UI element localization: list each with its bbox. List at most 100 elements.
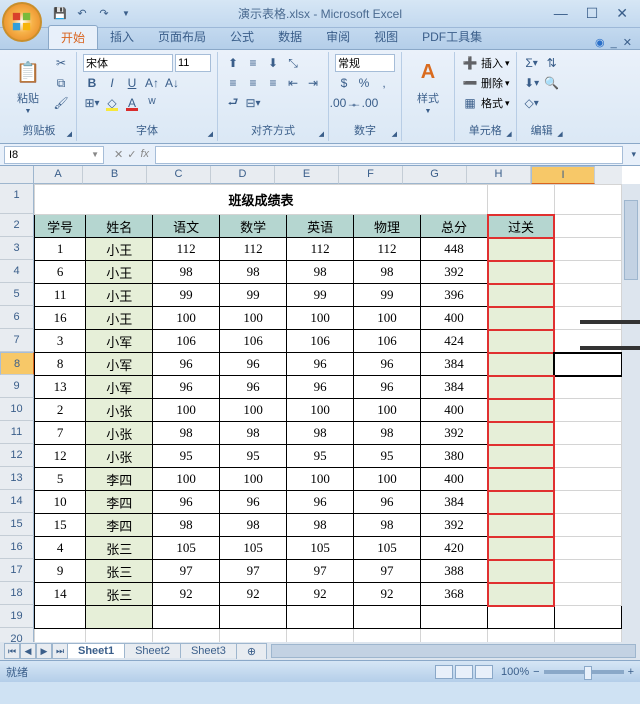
- comma-icon[interactable]: ,: [375, 74, 393, 92]
- grow-font-icon[interactable]: A↑: [143, 74, 161, 92]
- tab-数据[interactable]: 数据: [266, 25, 314, 49]
- phonetic-icon[interactable]: ᵂ: [143, 94, 161, 112]
- indent-increase-icon[interactable]: ⇥: [304, 74, 322, 92]
- row-header-7[interactable]: 7: [0, 329, 34, 352]
- expand-formula-icon[interactable]: ▾: [627, 149, 640, 160]
- formula-bar[interactable]: [155, 146, 623, 164]
- col-header-G[interactable]: G: [403, 166, 467, 184]
- row-header-12[interactable]: 12: [0, 444, 34, 467]
- row-header-15[interactable]: 15: [0, 513, 34, 536]
- paste-button[interactable]: 📋 粘贴 ▼: [8, 54, 48, 117]
- shrink-font-icon[interactable]: A↓: [163, 74, 181, 92]
- fill-icon[interactable]: ⬇▾: [523, 74, 541, 92]
- sheet-tab-Sheet2[interactable]: Sheet2: [124, 643, 181, 658]
- tab-审阅[interactable]: 审阅: [314, 25, 362, 49]
- align-right-icon[interactable]: ≡: [264, 74, 282, 92]
- header-cell[interactable]: 物理: [354, 215, 421, 238]
- header-cell[interactable]: 姓名: [86, 215, 153, 238]
- row-header-8[interactable]: 8: [0, 352, 34, 375]
- page-layout-view-button[interactable]: [455, 665, 473, 679]
- help-icon[interactable]: ◉: [595, 36, 605, 49]
- col-header-C[interactable]: C: [147, 166, 211, 184]
- col-header-B[interactable]: B: [83, 166, 147, 184]
- tab-PDF工具集[interactable]: PDF工具集: [410, 25, 494, 49]
- align-top-icon[interactable]: ⬆: [224, 54, 242, 72]
- tab-页面布局[interactable]: 页面布局: [146, 25, 218, 49]
- qat-dropdown-icon[interactable]: ▼: [118, 6, 134, 22]
- row-header-3[interactable]: 3: [0, 237, 34, 260]
- close-button[interactable]: ✕: [616, 5, 628, 22]
- autosum-icon[interactable]: Σ▾: [523, 54, 541, 72]
- row-header-2[interactable]: 2: [0, 214, 34, 237]
- header-cell[interactable]: 总分: [421, 215, 488, 238]
- row-header-18[interactable]: 18: [0, 582, 34, 605]
- minimize-button[interactable]: —: [554, 5, 568, 22]
- active-cell[interactable]: [554, 353, 621, 376]
- styles-button[interactable]: A 样式 ▼: [408, 54, 448, 117]
- find-icon[interactable]: 🔍: [543, 74, 561, 92]
- worksheet-grid[interactable]: ABCDEFGHI 123456789101112131415161718192…: [0, 166, 640, 660]
- clear-icon[interactable]: ◇▾: [523, 94, 541, 112]
- row-header-17[interactable]: 17: [0, 559, 34, 582]
- col-header-I[interactable]: I: [531, 166, 595, 184]
- sheet-tab-Sheet1[interactable]: Sheet1: [67, 643, 125, 658]
- minimize-ribbon-icon[interactable]: _: [611, 37, 617, 49]
- orientation-icon[interactable]: ⤡: [284, 54, 302, 72]
- bold-button[interactable]: B: [83, 74, 101, 92]
- col-header-A[interactable]: A: [34, 166, 83, 184]
- col-header-E[interactable]: E: [275, 166, 339, 184]
- sort-filter-icon[interactable]: ⇅: [543, 54, 561, 72]
- sheet-tab-Sheet3[interactable]: Sheet3: [180, 643, 237, 658]
- tab-开始[interactable]: 开始: [48, 25, 98, 49]
- row-headers[interactable]: 1234567891011121314151617181920: [0, 184, 34, 642]
- row-header-14[interactable]: 14: [0, 490, 34, 513]
- header-cell[interactable]: 数学: [220, 215, 287, 238]
- indent-decrease-icon[interactable]: ⇤: [284, 74, 302, 92]
- office-button[interactable]: [2, 2, 42, 42]
- tab-插入[interactable]: 插入: [98, 25, 146, 49]
- fx-icon[interactable]: fx: [140, 148, 149, 161]
- cut-icon[interactable]: ✂: [52, 54, 70, 72]
- save-icon[interactable]: 💾: [52, 6, 68, 22]
- fill-color-button[interactable]: ◇: [103, 94, 121, 112]
- select-all-corner[interactable]: [0, 166, 34, 184]
- insert-cells-button[interactable]: ➕插入▾: [461, 54, 510, 72]
- first-sheet-button[interactable]: ⏮: [4, 643, 20, 659]
- row-header-1[interactable]: 1: [0, 184, 34, 214]
- last-sheet-button[interactable]: ⏭: [52, 643, 68, 659]
- zoom-out-button[interactable]: −: [533, 666, 539, 678]
- page-break-view-button[interactable]: [475, 665, 493, 679]
- row-header-4[interactable]: 4: [0, 260, 34, 283]
- format-cells-button[interactable]: ▦格式▾: [461, 94, 510, 112]
- name-box[interactable]: I8▼: [4, 146, 104, 164]
- font-name-select[interactable]: [83, 54, 173, 72]
- app-close-icon[interactable]: ✕: [623, 36, 632, 49]
- header-cell[interactable]: 学号: [35, 215, 86, 238]
- next-sheet-button[interactable]: ▶: [36, 643, 52, 659]
- underline-button[interactable]: U: [123, 74, 141, 92]
- tab-公式[interactable]: 公式: [218, 25, 266, 49]
- zoom-in-button[interactable]: +: [628, 666, 634, 678]
- enter-formula-icon[interactable]: ✓: [127, 148, 136, 161]
- align-left-icon[interactable]: ≡: [224, 74, 242, 92]
- number-format-select[interactable]: [335, 54, 395, 72]
- row-header-6[interactable]: 6: [0, 306, 34, 329]
- row-header-19[interactable]: 19: [0, 605, 34, 628]
- font-size-select[interactable]: [175, 54, 211, 72]
- border-button[interactable]: ⊞▾: [83, 94, 101, 112]
- delete-cells-button[interactable]: ➖删除▾: [461, 74, 510, 92]
- row-header-10[interactable]: 10: [0, 398, 34, 421]
- maximize-button[interactable]: ☐: [586, 5, 599, 22]
- header-cell[interactable]: 英语: [287, 215, 354, 238]
- row-header-16[interactable]: 16: [0, 536, 34, 559]
- tab-视图[interactable]: 视图: [362, 25, 410, 49]
- format-painter-icon[interactable]: 🖌: [52, 94, 70, 112]
- cancel-formula-icon[interactable]: ✕: [114, 148, 123, 161]
- col-header-D[interactable]: D: [211, 166, 275, 184]
- redo-icon[interactable]: ↷: [96, 6, 112, 22]
- align-bottom-icon[interactable]: ⬇: [264, 54, 282, 72]
- col-header-F[interactable]: F: [339, 166, 403, 184]
- copy-icon[interactable]: ⧉: [52, 74, 70, 92]
- normal-view-button[interactable]: [435, 665, 453, 679]
- col-header-H[interactable]: H: [467, 166, 531, 184]
